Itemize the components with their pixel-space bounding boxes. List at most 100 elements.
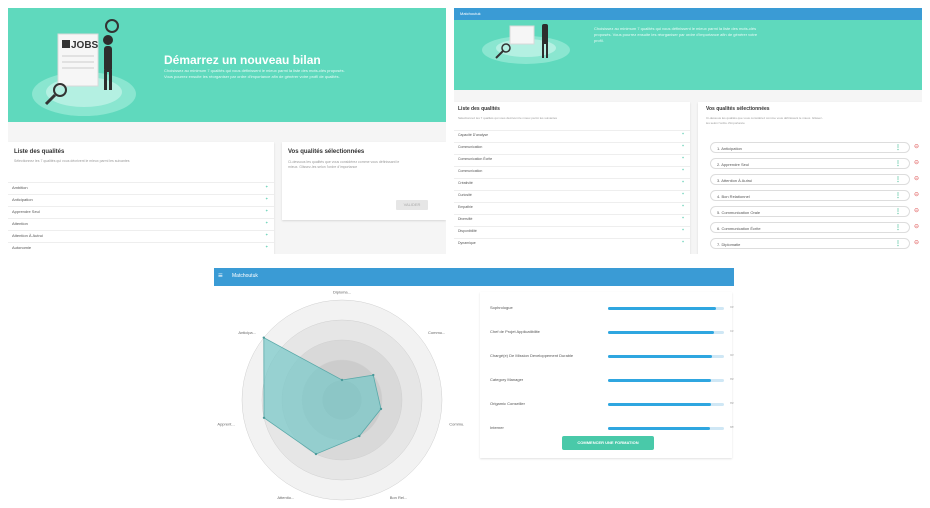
list-item-label: Dynamique (458, 241, 476, 245)
qualities-list-card: Liste des qualités Sélectionnez les 7 qu… (8, 142, 274, 254)
add-icon[interactable]: + (266, 196, 268, 201)
selected-quality-label: 1. Anticipation (717, 146, 742, 151)
jobs-illustration: JOBS (32, 19, 136, 116)
remove-icon[interactable]: ⊖ (914, 143, 919, 150)
validate-button[interactable]: VALIDER (396, 200, 428, 210)
list-item[interactable]: Communication + (454, 142, 690, 154)
hero-banner: Choisissez au minimum 7 qualités qui vou… (454, 20, 922, 90)
app-title[interactable]: Matchoutuk (460, 11, 481, 16)
list-item[interactable]: Communication Écrite + (454, 154, 690, 166)
add-icon[interactable]: + (266, 232, 268, 237)
job-match-row[interactable]: Chargé(e) De Mission Developpement Durab… (490, 350, 734, 364)
selected-qualities-title: Vos qualités sélectionnées (288, 149, 365, 155)
match-percent: 93% (730, 305, 734, 309)
list-item-label: Apprendre Seul (12, 209, 40, 214)
add-icon[interactable]: + (682, 132, 684, 136)
selected-quality-item[interactable]: 6. Communication Écrite ⋮ (710, 222, 910, 233)
add-icon[interactable]: + (266, 244, 268, 249)
job-match-row[interactable]: Sophrologue 93% (490, 302, 734, 316)
list-item[interactable]: Communication + (454, 166, 690, 178)
add-icon[interactable]: + (266, 220, 268, 225)
add-icon[interactable]: + (682, 216, 684, 220)
add-icon[interactable]: + (682, 156, 684, 160)
drag-handle-icon[interactable]: ⋮ (895, 224, 901, 231)
radar-point (262, 336, 266, 339)
job-match-row[interactable]: Category Manager 89% (490, 374, 734, 388)
add-icon[interactable]: + (682, 192, 684, 196)
job-title: Chef de Projet Applicatibilite (490, 329, 540, 334)
add-icon[interactable]: + (682, 168, 684, 172)
list-item-label: Empathie (458, 205, 473, 209)
match-progress-fill (608, 379, 712, 382)
drag-handle-icon[interactable]: ⋮ (895, 192, 901, 199)
add-icon[interactable]: + (682, 204, 684, 208)
list-item-label: Attention À Autrui (12, 233, 43, 238)
selected-qualities-title: Vos qualités sélectionnées (706, 106, 770, 112)
remove-icon[interactable]: ⊖ (914, 207, 919, 214)
selected-quality-item[interactable]: 3. Attention À Autrui ⋮ (710, 174, 910, 185)
remove-icon[interactable]: ⊖ (914, 223, 919, 230)
drag-handle-icon[interactable]: ⋮ (895, 160, 901, 167)
list-item[interactable]: Attention À Autrui + (8, 230, 274, 242)
list-item[interactable]: Dynamique + (454, 238, 690, 250)
match-percent: 88% (730, 425, 734, 429)
list-item[interactable]: Créativité + (454, 178, 690, 190)
add-icon[interactable]: + (682, 144, 684, 148)
job-title: Interner (490, 425, 504, 430)
list-item-label: Communication (458, 145, 483, 149)
remove-icon[interactable]: ⊖ (914, 239, 919, 246)
match-progress-bar (608, 355, 724, 358)
selected-quality-item[interactable]: 2. Apprendre Seul ⋮ (710, 158, 910, 169)
app-title[interactable]: Matchoutuk (232, 273, 258, 279)
drag-handle-icon[interactable]: ⋮ (895, 208, 901, 215)
radar-point (314, 452, 318, 456)
radar-axis-label: Commu... (449, 422, 464, 427)
selected-quality-item[interactable]: 1. Anticipation ⋮ (710, 142, 910, 153)
list-item[interactable]: Diversifié + (454, 214, 690, 226)
match-percent: 90% (730, 353, 734, 357)
list-item-label: Communication (458, 169, 483, 173)
hero-subtitle: Choisissez au minimum 7 qualités qui vou… (594, 26, 758, 43)
list-item[interactable]: Empathie + (454, 202, 690, 214)
start-training-button[interactable]: COMMENCER UNE FORMATION (562, 436, 654, 450)
qualities-list-title: Liste des qualités (14, 149, 65, 155)
list-item[interactable]: Capacité D'analyse + (454, 130, 690, 142)
list-item[interactable]: Curiosité + (454, 190, 690, 202)
remove-icon[interactable]: ⊖ (914, 159, 919, 166)
list-item[interactable]: Disponibilité + (454, 226, 690, 238)
list-item[interactable]: Apprendre Seul + (8, 206, 274, 218)
match-progress-bar (608, 427, 724, 430)
jobs-illustration (482, 24, 570, 64)
match-progress-fill (608, 355, 713, 358)
add-icon[interactable]: + (266, 184, 268, 189)
list-item[interactable]: Anticipation + (8, 194, 274, 206)
add-icon[interactable]: + (682, 180, 684, 184)
drag-handle-icon[interactable]: ⋮ (895, 176, 901, 183)
selected-quality-label: 7. Diplomatie (717, 242, 741, 247)
menu-icon[interactable]: ≡ (218, 271, 223, 280)
selected-qualities-card: Vos qualités sélectionnées Ci-dessous le… (282, 142, 446, 220)
list-item[interactable]: Ambition + (8, 182, 274, 194)
add-icon[interactable]: + (682, 228, 684, 232)
hero-banner: JOBS Démarrez un nouveau bilan Choisisse… (8, 8, 446, 122)
selected-quality-item[interactable]: 7. Diplomatie ⋮ (710, 238, 910, 249)
drag-handle-icon[interactable]: ⋮ (895, 240, 901, 247)
drag-handle-icon[interactable]: ⋮ (895, 144, 901, 151)
list-item[interactable]: Autonomie + (8, 242, 274, 254)
add-icon[interactable]: + (266, 208, 268, 213)
selected-quality-item[interactable]: 5. Communication Orale ⋮ (710, 206, 910, 217)
remove-icon[interactable]: ⊖ (914, 191, 919, 198)
radar-axis-label: Commu... (428, 330, 445, 335)
job-match-row[interactable]: Interner 88% (490, 422, 734, 436)
selected-qualities-card: Vos qualités sélectionnées Ci-dessous le… (698, 102, 922, 254)
remove-icon[interactable]: ⊖ (914, 175, 919, 182)
add-icon[interactable]: + (682, 240, 684, 244)
job-match-row[interactable]: Origamic Conseiller 89% (490, 398, 734, 412)
selected-quality-label: 3. Attention À Autrui (717, 178, 753, 183)
list-item-label: Curiosité (458, 193, 472, 197)
job-match-row[interactable]: Chef de Projet Applicatibilite 91% (490, 326, 734, 340)
radar-point (340, 378, 344, 382)
selected-quality-item[interactable]: 4. Bon Relationnel ⋮ (710, 190, 910, 201)
match-progress-fill (608, 307, 716, 310)
list-item[interactable]: Attention + (8, 218, 274, 230)
